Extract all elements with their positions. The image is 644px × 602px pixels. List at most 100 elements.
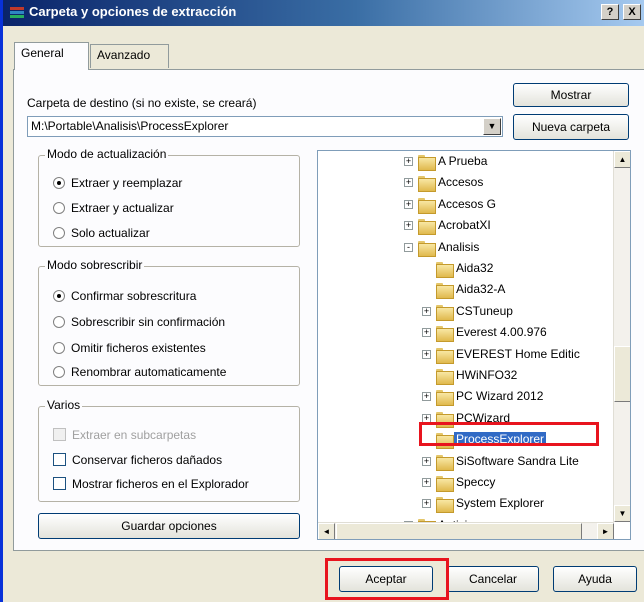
new-folder-button[interactable]: Nueva carpeta [513,114,629,140]
folder-icon [436,262,454,278]
radio-selected-icon [53,177,65,189]
overwrite-option-noconfirm[interactable]: Sobrescribir sin confirmación [53,315,225,329]
help-title-button[interactable]: ? [601,4,619,20]
ok-highlight-box [325,558,449,600]
update-option-only-label: Solo actualizar [71,226,150,240]
expand-icon[interactable]: + [422,306,431,316]
radio-icon [53,316,65,328]
overwrite-option-noconfirm-label: Sobrescribir sin confirmación [71,315,226,329]
expand-icon[interactable]: + [404,221,413,231]
update-option-replace[interactable]: Extraer y reemplazar [53,176,182,190]
scroll-left-icon[interactable]: ◄ [318,523,335,539]
vertical-scroll-thumb[interactable] [614,346,630,402]
tree-node[interactable]: + Accesos [318,174,614,193]
expand-icon[interactable]: + [422,349,431,359]
tree-node[interactable]: - Analisis [318,239,614,257]
tree-node-label: PC Wizard 2012 [456,389,544,404]
chevron-down-icon[interactable]: ▼ [483,118,501,135]
tree-node[interactable]: + AcrobatXI [318,217,614,236]
tree-node[interactable]: Aida32 [318,260,614,278]
tab-general[interactable]: General [14,42,89,70]
tree-node[interactable]: + EVEREST Home Editic [318,346,614,364]
overwrite-option-confirm[interactable]: Confirmar sobrescritura [53,289,196,303]
tree-node-label: Accesos [438,175,484,190]
destination-path-value: M:\Portable\Analisis\ProcessExplorer [31,119,229,133]
save-options-button[interactable]: Guardar opciones [38,513,300,539]
tree-node[interactable]: + SiSoftware Sandra Lite [318,453,614,471]
scroll-down-icon[interactable]: ▼ [614,505,630,522]
tab-avanzado[interactable]: Avanzado [90,44,169,68]
overwrite-mode-title: Modo sobrescribir [45,258,145,272]
expand-icon[interactable]: + [404,199,413,209]
folder-icon [418,197,436,214]
radio-selected-icon [53,290,65,302]
folder-icon [436,369,454,385]
destination-label: Carpeta de destino (si no existe, se cre… [27,96,257,110]
expand-icon[interactable]: + [422,499,431,509]
tree-node[interactable]: + CSTuneup [318,303,614,321]
misc-option-subfolders: Extraer en subcarpetas [53,428,196,442]
tree-node[interactable]: + A Prueba [318,153,614,171]
checkbox-icon [53,477,66,490]
folder-icon [436,304,454,321]
radio-icon [53,342,65,354]
title-bar[interactable]: Carpeta y opciones de extracción ? X [3,0,644,26]
misc-option-keep-damaged-label: Conservar ficheros dañados [72,453,223,467]
folder-icon [436,347,454,364]
horizontal-scroll-thumb[interactable] [336,523,582,539]
collapse-icon[interactable]: - [404,242,413,252]
folder-icon [418,155,436,171]
destination-path-combo[interactable]: M:\Portable\Analisis\ProcessExplorer ▼ [27,116,503,137]
expand-icon[interactable]: + [404,157,413,166]
expand-icon[interactable]: + [422,328,431,338]
tree-node[interactable]: HWiNFO32 [318,367,614,385]
overwrite-option-skip[interactable]: Omitir ficheros existentes [53,341,206,355]
tree-node-label: Accesos G [438,196,497,211]
expand-icon[interactable]: + [422,456,431,466]
close-button[interactable]: X [623,4,641,20]
misc-option-show-explorer-label: Mostrar ficheros en el Explorador [72,477,249,491]
expand-icon[interactable]: + [422,392,431,402]
misc-option-subfolders-label: Extraer en subcarpetas [72,428,197,442]
checkbox-icon [53,453,66,466]
overwrite-option-rename[interactable]: Renombrar automaticamente [53,365,226,379]
selection-highlight-box [419,422,599,446]
tree-node[interactable]: + System Explorer [318,495,614,514]
update-mode-title: Modo de actualización [45,147,169,161]
vertical-scrollbar[interactable]: ▲ ▼ [613,151,630,522]
tree-node-label: AcrobatXI [438,218,491,233]
scroll-right-icon[interactable]: ► [597,523,614,539]
tree-node[interactable]: + Accesos G [318,196,614,214]
tree-node-label: Analisis [438,239,480,254]
tree-node[interactable]: + PC Wizard 2012 [318,388,614,407]
horizontal-scrollbar[interactable]: ◄ ► [318,522,614,539]
tree-node[interactable]: Aida32-A [318,281,614,300]
tree-node-label: HWiNFO32 [456,368,518,382]
expand-icon[interactable]: + [404,178,413,188]
update-option-replace-label: Extraer y reemplazar [71,176,183,190]
folder-icon [436,497,454,514]
folder-icon [436,476,454,492]
tree-node[interactable]: + Speccy [318,474,614,492]
tree-node-label: Speccy [456,475,496,489]
misc-option-show-explorer[interactable]: Mostrar ficheros en el Explorador [53,477,249,491]
update-option-update-label: Extraer y actualizar [71,201,174,215]
expand-icon[interactable]: + [422,478,431,487]
cancel-button[interactable]: Cancelar [447,566,539,592]
overwrite-option-skip-label: Omitir ficheros existentes [71,341,206,355]
help-button[interactable]: Ayuda [553,566,637,592]
radio-icon [53,227,65,239]
radio-icon [53,202,65,214]
misc-option-keep-damaged[interactable]: Conservar ficheros dañados [53,453,222,467]
folder-tree[interactable]: + A Prueba + Accesos + Accesos G + AcrobatXI - An… [317,150,631,540]
update-option-update[interactable]: Extraer y actualizar [53,201,174,215]
show-button[interactable]: Mostrar [513,83,629,107]
tree-node[interactable]: + Everest 4.00.976 [318,324,614,343]
folder-icon [436,283,454,300]
scroll-up-icon[interactable]: ▲ [614,151,630,168]
tree-node-label: A Prueba [438,154,488,168]
overwrite-option-confirm-label: Confirmar sobrescritura [71,289,197,303]
update-option-only[interactable]: Solo actualizar [53,226,150,240]
window-title: Carpeta y opciones de extracción [29,4,237,19]
folder-icon [436,390,454,407]
